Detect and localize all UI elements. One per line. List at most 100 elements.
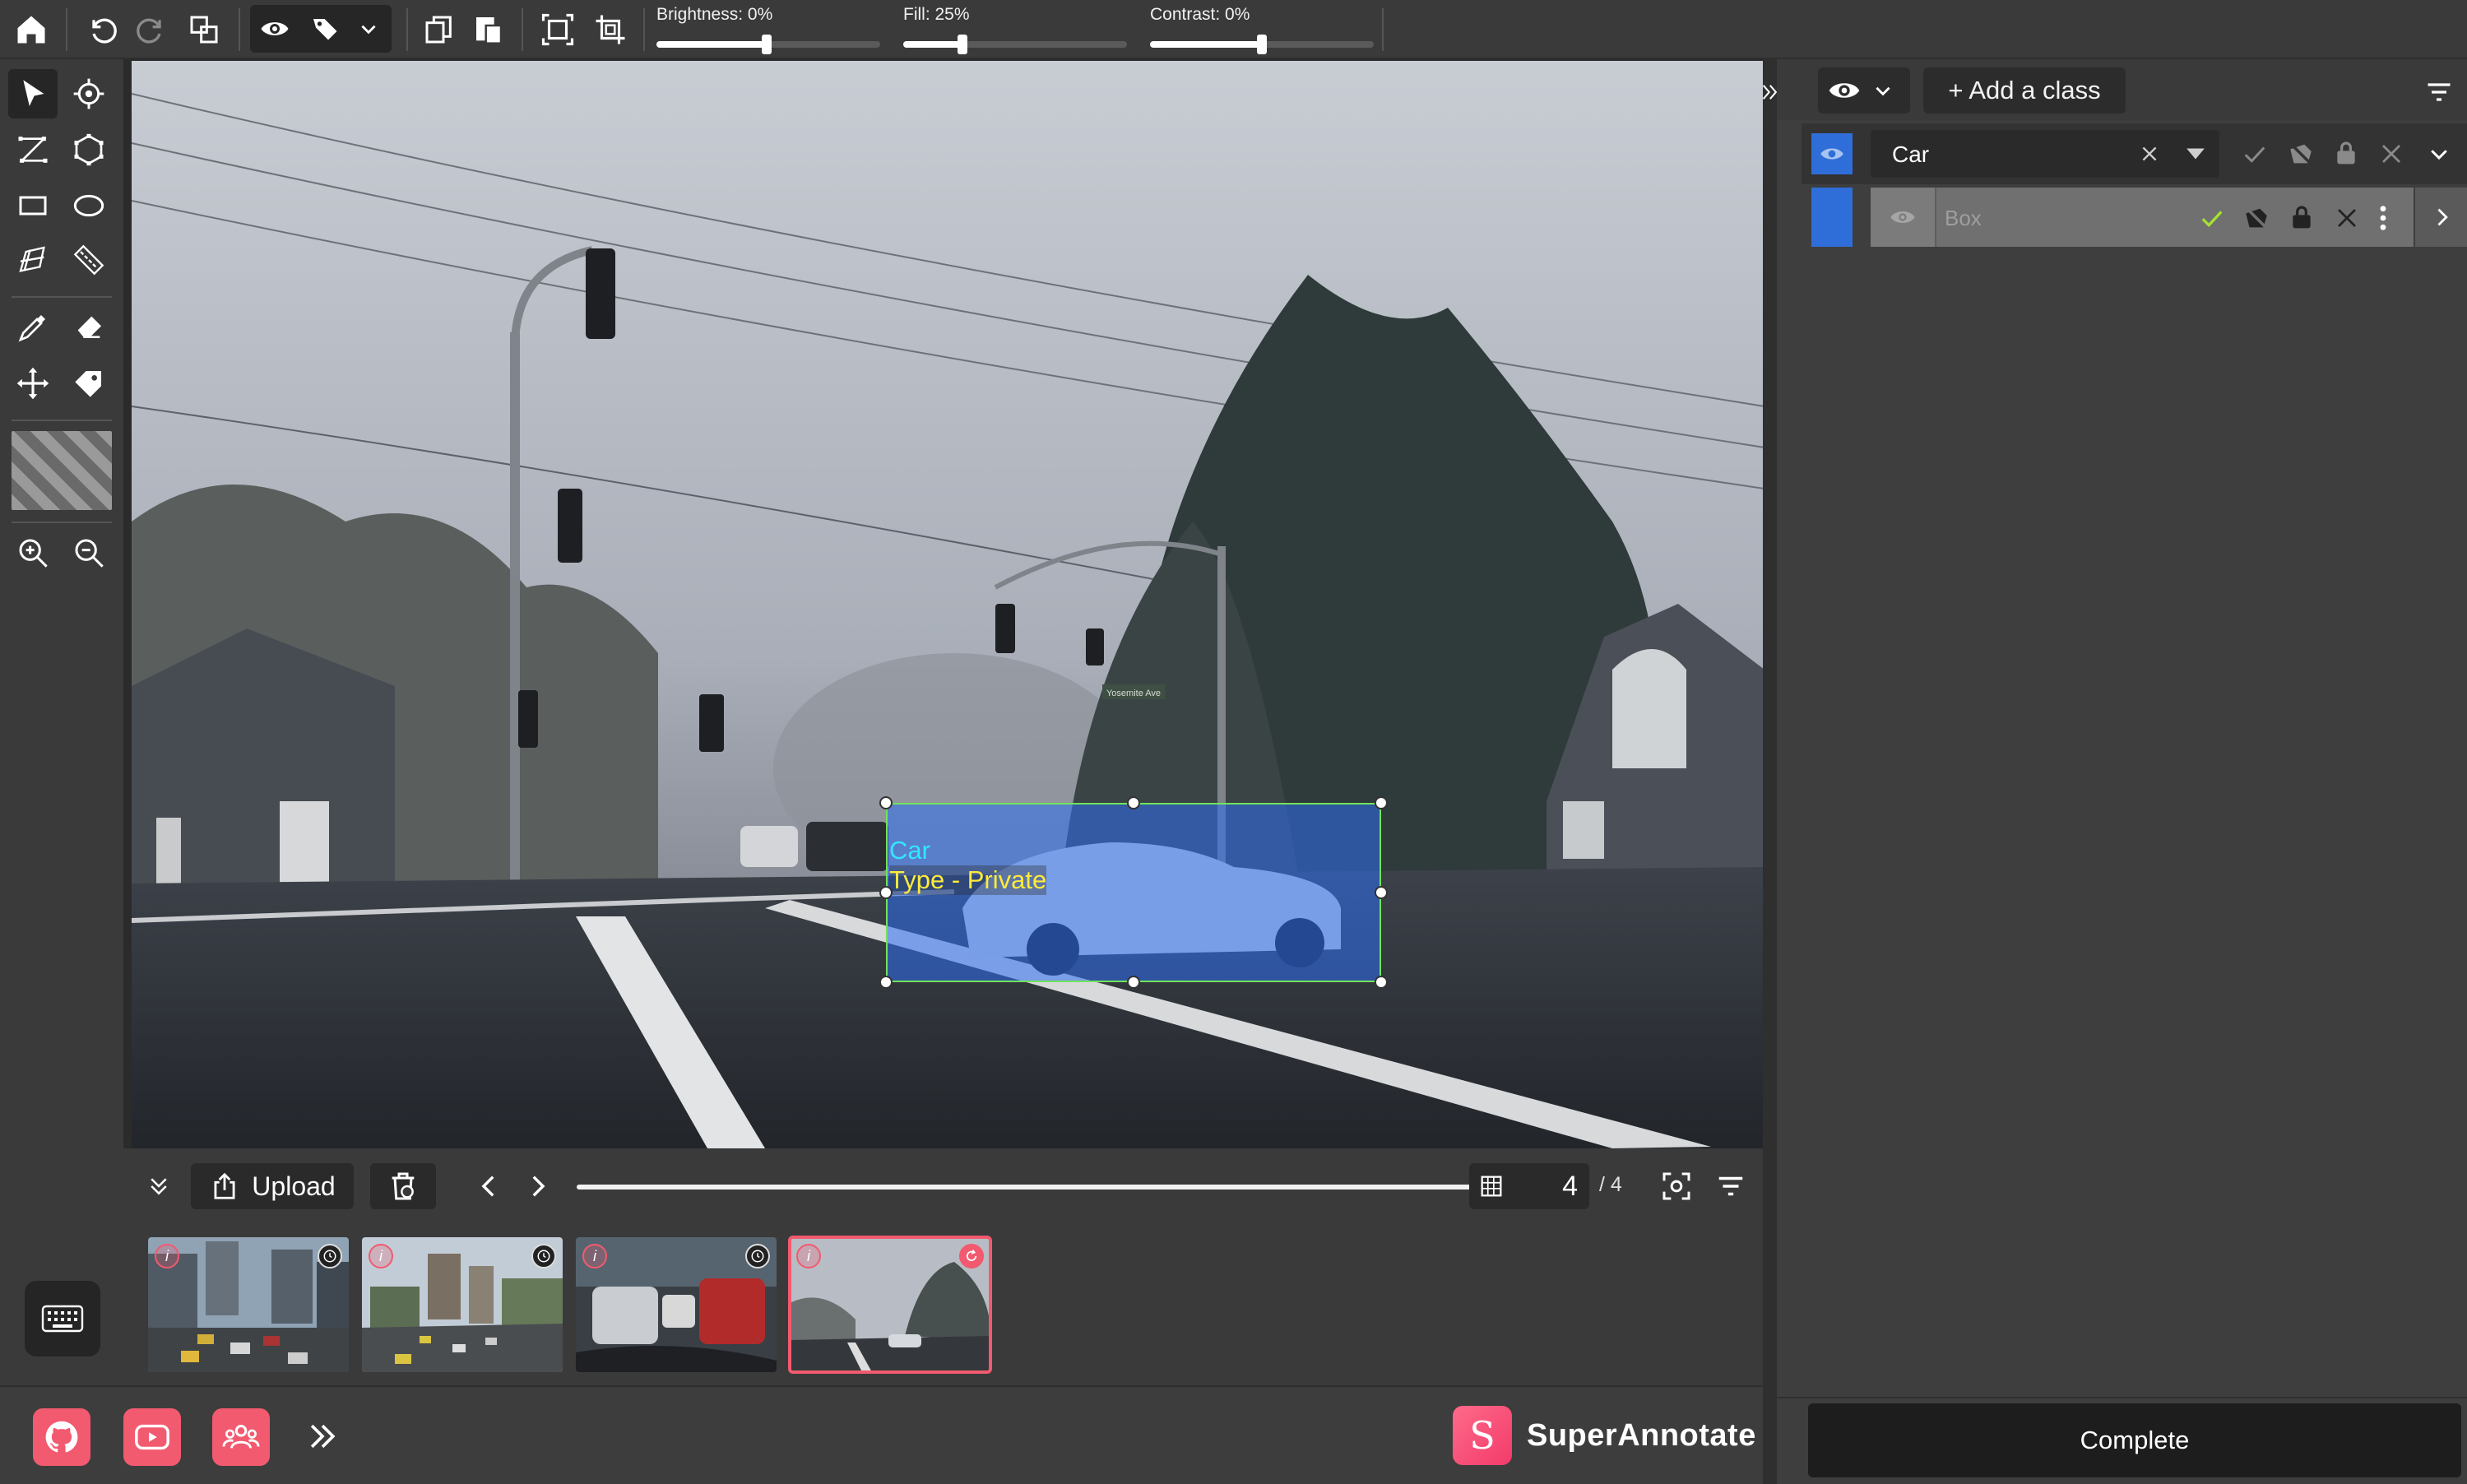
toolbar-divider [66,8,67,51]
approve-icon[interactable] [2242,141,2267,166]
bbox-handle-bottom[interactable] [1127,976,1140,989]
contrast-track[interactable] [1150,35,1374,54]
lock-icon[interactable] [2288,204,2315,230]
fill-thumb[interactable] [958,35,967,54]
ellipse-tool-icon[interactable] [64,181,114,230]
disapprove-icon[interactable] [2287,140,2315,168]
eraser-tool-icon[interactable] [64,303,114,352]
lock-icon[interactable] [2333,140,2359,166]
bbox-handle-left[interactable] [879,886,893,899]
car-bounding-box[interactable]: Car Type - Private [886,803,1381,982]
bbox-class-label: Car [889,836,930,865]
chevron-down-icon[interactable] [345,6,392,52]
upload-button[interactable]: Upload [191,1163,354,1209]
focus-icon[interactable] [1652,1163,1701,1209]
polyline-tool-icon[interactable] [8,125,58,174]
undo-icon[interactable] [79,7,125,53]
thumbnail-info-icon[interactable]: i [369,1244,393,1268]
youtube-icon[interactable] [123,1408,181,1466]
add-class-button[interactable]: + Add a class [1923,67,2126,114]
fit-to-box-icon[interactable] [535,7,581,53]
crop-icon[interactable] [587,7,633,53]
zoom-in-icon[interactable] [8,528,58,577]
tag-icon[interactable] [303,6,349,52]
collapse-double-chevron-icon[interactable] [138,1163,179,1209]
thumbnail-info-icon[interactable]: i [582,1244,607,1268]
instance-box[interactable]: Box [1871,188,2414,247]
brightness-fill [656,41,767,48]
thumbnail-info-icon[interactable]: i [155,1244,179,1268]
move-tool-icon[interactable] [8,359,58,408]
filter-icon[interactable] [2424,77,2454,107]
more-options-icon[interactable] [2377,204,2389,232]
class-color-swatch[interactable] [1811,133,1853,174]
redo-icon[interactable] [128,7,174,53]
eye-icon[interactable] [252,6,298,52]
bbox-handle-top[interactable] [1127,796,1140,809]
bbox-handle-top-right[interactable] [1375,796,1388,809]
bbox-handle-right[interactable] [1375,886,1388,899]
toolbar-divider [1382,8,1384,51]
contrast-thumb[interactable] [1257,35,1267,54]
clear-icon[interactable] [2139,143,2160,165]
brightness-slider[interactable]: Brightness: 0% [656,0,880,59]
contrast-slider[interactable]: Contrast: 0% [1150,0,1374,59]
zoom-out-icon[interactable] [64,528,114,577]
home-icon[interactable] [8,7,54,53]
pin-tool-icon[interactable] [64,359,114,408]
top-toolbar: Brightness: 0% Fill: 25% Contrast: 0% [0,0,2467,59]
delete-image-icon[interactable] [370,1163,436,1209]
rectangle-tool-icon[interactable] [8,181,58,230]
transparency-pattern-swatch[interactable] [12,431,112,510]
github-icon[interactable] [33,1408,90,1466]
keyboard-shortcuts-button[interactable] [25,1281,100,1356]
community-icon[interactable] [212,1408,270,1466]
caret-down-icon[interactable] [2185,145,2206,163]
image-number-field[interactable]: 4 [1469,1163,1589,1209]
next-image-icon[interactable] [517,1163,558,1209]
fill-slider[interactable]: Fill: 25% [903,0,1127,59]
ruler-tool-icon[interactable] [64,235,114,285]
delete-icon[interactable] [2379,141,2404,166]
chevron-down-icon[interactable] [2427,141,2451,166]
copy-annotations-icon[interactable] [181,7,227,53]
current-image-number[interactable]: 4 [1562,1171,1578,1203]
polygon-tool-icon[interactable] [64,125,114,174]
image-navigation-bar: Upload 4 / 4 [123,1148,1763,1222]
visibility-toggle[interactable] [1818,67,1910,114]
eye-icon[interactable] [1871,188,1936,247]
complete-button[interactable]: Complete [1808,1403,2461,1477]
instance-row-box[interactable]: Box [1802,186,2467,248]
thumbnail-4-active[interactable]: i [788,1236,992,1374]
class-row-car[interactable]: Car [1802,123,2467,184]
class-name-field[interactable]: Car [1871,130,2219,178]
thumbnail-3[interactable]: i [576,1237,777,1372]
bbox-handle-top-left[interactable] [879,796,893,809]
thumbnail-1[interactable]: i [148,1237,349,1372]
brightness-track[interactable] [656,35,880,54]
disapprove-icon[interactable] [2242,204,2270,232]
superannotate-logo: S [1453,1406,1512,1465]
annotation-canvas[interactable]: Yosemite Ave Car Type - Private [123,59,1763,1148]
brightness-thumb[interactable] [762,35,772,54]
bbox-handle-bottom-left[interactable] [879,976,893,989]
classes-panel-header: + Add a class [1777,59,2467,120]
fill-track[interactable] [903,35,1127,54]
thumbnail-info-icon[interactable]: i [796,1244,821,1268]
thumbnail-2[interactable]: i [362,1237,563,1372]
paste-icon[interactable] [466,7,512,53]
filter-icon[interactable] [1706,1163,1755,1209]
color-picker-icon[interactable] [8,303,58,352]
chevron-right-icon[interactable] [2415,188,2467,247]
point-tool-icon[interactable] [64,69,114,118]
contrast-fill [1150,41,1262,48]
expand-double-chevron-icon[interactable] [304,1418,341,1454]
previous-image-icon[interactable] [469,1163,510,1209]
image-progress-slider[interactable] [577,1175,1560,1199]
cursor-tool-icon[interactable] [8,69,58,118]
copy-icon[interactable] [416,7,462,53]
delete-icon[interactable] [2335,206,2359,230]
approved-icon[interactable] [2200,206,2224,230]
cuboid-tool-icon[interactable] [8,235,58,285]
bbox-handle-bottom-right[interactable] [1375,976,1388,989]
